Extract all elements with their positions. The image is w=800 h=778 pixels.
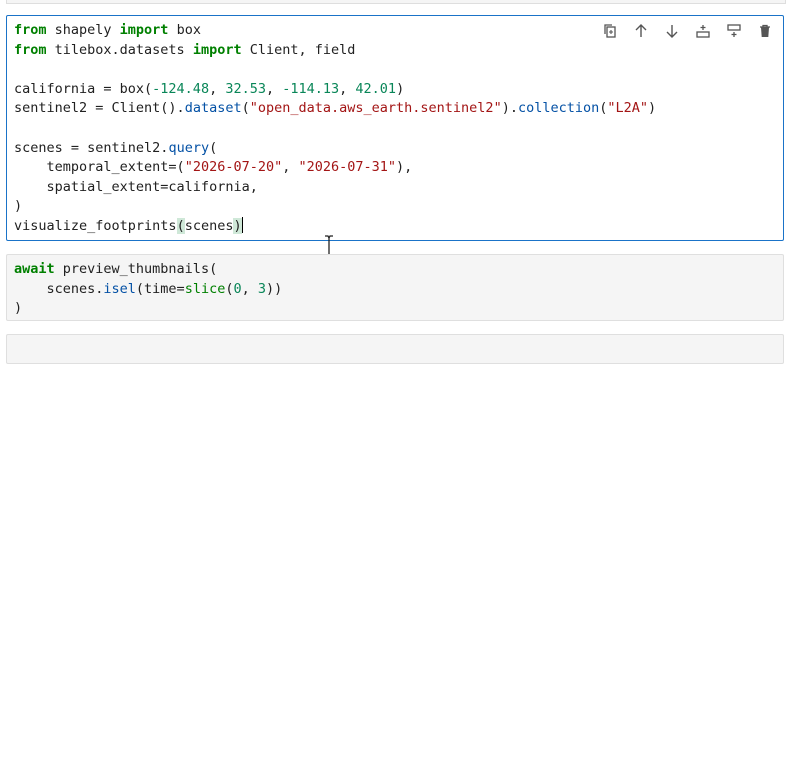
arrow-down-icon bbox=[666, 25, 677, 38]
insert-below-button[interactable] bbox=[721, 20, 746, 42]
code-line-7: scenes = sentinel2.query( bbox=[14, 139, 218, 156]
code-line-11: visualize_footprints(scenes) bbox=[14, 216, 243, 234]
text-caret bbox=[241, 216, 243, 233]
code-editor-2[interactable]: await preview_thumbnails( scenes.isel(ti… bbox=[14, 260, 282, 319]
previous-cell-edge bbox=[6, 0, 786, 4]
insert-above-button[interactable] bbox=[690, 20, 715, 42]
code-editor[interactable]: from shapely import box from tilebox.data… bbox=[14, 21, 656, 237]
code-line-5: sentinel2 = Client().dataset("open_data.… bbox=[14, 100, 657, 117]
code-line-8: temporal_extent=("2026-07-20", "2026-07-… bbox=[14, 159, 413, 176]
insert-below-icon bbox=[726, 24, 741, 37]
code-cell-active[interactable]: from shapely import box from tilebox.data… bbox=[6, 15, 784, 257]
code-cell-3-empty[interactable] bbox=[6, 334, 784, 364]
delete-cell-button[interactable] bbox=[752, 20, 777, 42]
code-line-2: scenes.isel(time=slice(0, 3)) bbox=[14, 280, 283, 297]
code-line-1: from shapely import box bbox=[14, 22, 201, 38]
code-line-10: ) bbox=[14, 198, 23, 215]
move-down-button[interactable] bbox=[659, 20, 684, 42]
code-line-4: california = box(-124.48, 32.53, -114.13… bbox=[14, 80, 405, 97]
trash-icon bbox=[759, 24, 770, 37]
code-line-2: from tilebox.datasets import Client, fie… bbox=[14, 41, 356, 58]
code-cell-2[interactable]: await preview_thumbnails( scenes.isel(ti… bbox=[6, 254, 784, 321]
insert-above-icon bbox=[695, 25, 710, 38]
code-line-9: spatial_extent=california, bbox=[14, 178, 258, 195]
code-line-3: ) bbox=[14, 300, 23, 317]
code-line-1: await preview_thumbnails( bbox=[14, 261, 218, 277]
